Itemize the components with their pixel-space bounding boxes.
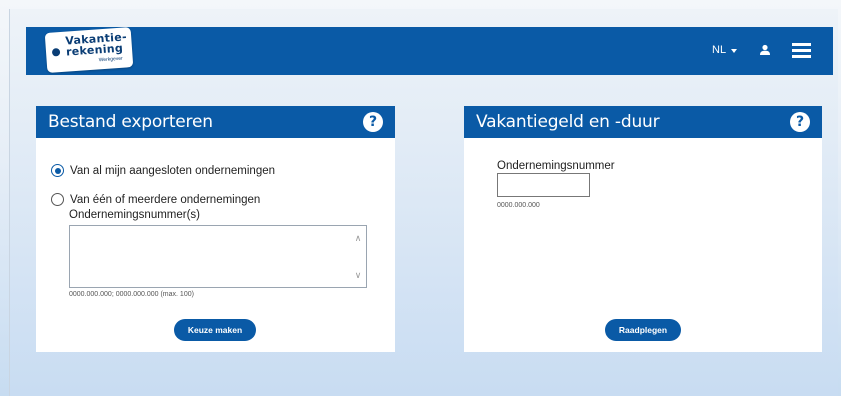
export-card-title: Bestand exporteren — [48, 112, 213, 132]
top-navigation-bar: Vakantie- rekening Werkgever NL — [26, 27, 833, 75]
vacation-pay-card: Vakantiegeld en -duur ? Ondernemingsnumm… — [464, 106, 822, 352]
option-some-label: Van één of meerdere ondernemingen — [70, 193, 261, 206]
make-choice-button[interactable]: Keuze maken — [174, 319, 256, 341]
option-all-label: Van al mijn aangesloten ondernemingen — [70, 164, 276, 177]
vakantierekening-logo[interactable]: Vakantie- rekening Werkgever — [44, 27, 134, 73]
option-some-companies[interactable]: Van één of meerdere ondernemingen — [51, 193, 260, 206]
export-card-header: Bestand exporteren ? — [36, 106, 395, 138]
chevron-down-icon — [731, 48, 738, 53]
help-icon[interactable]: ? — [790, 112, 810, 132]
language-selector[interactable]: NL — [712, 44, 738, 56]
scroll-down-icon[interactable]: ∨ — [354, 271, 362, 280]
logo-text-line3: Werkgever — [98, 55, 123, 64]
help-icon[interactable]: ? — [363, 112, 383, 132]
scroll-up-icon[interactable]: ∧ — [354, 234, 362, 243]
radio-checked-icon[interactable] — [51, 164, 64, 177]
company-number-input[interactable] — [497, 173, 590, 197]
company-number-hint: 0000.000.000 — [497, 202, 540, 209]
consult-button[interactable]: Raadplegen — [605, 319, 681, 341]
user-icon[interactable] — [759, 44, 771, 56]
company-numbers-label: Ondernemingsnummer(s) — [69, 209, 201, 221]
export-file-card: Bestand exporteren ? Van al mijn aangesl… — [36, 106, 395, 352]
logo-dot — [51, 48, 61, 57]
company-numbers-hint: 0000.000.000; 0000.000.000 (max. 100) — [69, 291, 194, 298]
company-numbers-textarea[interactable]: ∧ ∨ — [69, 225, 367, 288]
option-all-companies[interactable]: Van al mijn aangesloten ondernemingen — [51, 164, 275, 177]
radio-unchecked-icon[interactable] — [51, 193, 64, 206]
company-number-label: Ondernemingsnummer — [497, 160, 615, 172]
hamburger-menu-icon[interactable] — [792, 43, 811, 58]
vacation-card-header: Vakantiegeld en -duur ? — [464, 106, 822, 138]
language-label: NL — [712, 44, 727, 56]
vacation-card-title: Vakantiegeld en -duur — [476, 112, 660, 132]
